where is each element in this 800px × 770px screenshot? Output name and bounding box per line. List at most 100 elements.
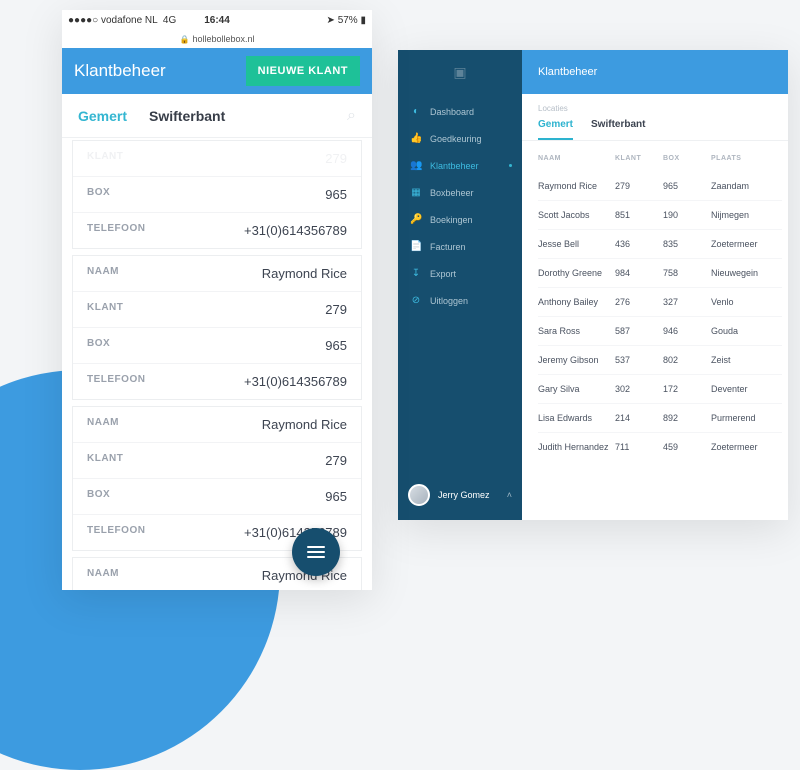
tab-gemert[interactable]: Gemert bbox=[538, 119, 573, 140]
table-row[interactable]: Gary Silva302172Deventer bbox=[538, 374, 782, 403]
battery-percent: 57% bbox=[338, 15, 358, 26]
main-content: Klantbeheer Locaties Gemert Swifterbant … bbox=[522, 50, 788, 520]
cell-plaats: Nijmegen bbox=[711, 210, 782, 220]
nav-icon: 👥 bbox=[410, 160, 422, 171]
cell-plaats: Nieuwegein bbox=[711, 268, 782, 278]
cell-naam: Dorothy Greene bbox=[538, 268, 609, 278]
sidebar-nav: ◐Dashboard👍Goedkeuring👥Klantbeheer▦Boxbe… bbox=[398, 94, 522, 474]
cell-naam: Scott Jacobs bbox=[538, 210, 609, 220]
url-text: hollebollebox.nl bbox=[192, 34, 254, 44]
card-label-naam: NAAM bbox=[87, 266, 119, 281]
card-label-tel: TELEFOON bbox=[87, 374, 145, 389]
table-row[interactable]: Sara Ross587946Gouda bbox=[538, 316, 782, 345]
sidebar-item-boekingen[interactable]: 🔑Boekingen bbox=[398, 206, 522, 233]
sidebar-user[interactable]: Jerry Gomez ˄ bbox=[398, 474, 522, 520]
menu-fab-button[interactable] bbox=[292, 528, 340, 576]
location-icon: ➤ bbox=[327, 15, 335, 26]
desktop-tabs: Gemert Swifterbant bbox=[522, 113, 788, 141]
user-name: Jerry Gomez bbox=[438, 490, 490, 500]
nav-icon: 🔑 bbox=[410, 214, 422, 225]
sidebar: ▣ ◐Dashboard👍Goedkeuring👥Klantbeheer▦Box… bbox=[398, 50, 522, 520]
cell-box: 172 bbox=[663, 384, 705, 394]
mobile-mock: ●●●●○ vodafone NL 4G 16:44 ➤ 57% ▮ 🔒 hol… bbox=[62, 10, 372, 590]
sidebar-item-facturen[interactable]: 📄Facturen bbox=[398, 233, 522, 260]
cell-plaats: Purmerend bbox=[711, 413, 782, 423]
sidebar-item-uitloggen[interactable]: ⊘ Uitloggen bbox=[398, 287, 522, 314]
tab-gemert[interactable]: Gemert bbox=[78, 108, 127, 124]
tab-swifterbant[interactable]: Swifterbant bbox=[591, 119, 645, 140]
cell-plaats: Zeist bbox=[711, 355, 782, 365]
active-indicator bbox=[509, 164, 512, 167]
cell-klant: 276 bbox=[615, 297, 657, 307]
card-value-box: 965 bbox=[325, 489, 347, 504]
customer-table: NAAM KLANT BOX PLAATS Raymond Rice279965… bbox=[522, 141, 788, 520]
cell-plaats: Gouda bbox=[711, 326, 782, 336]
card-label-box: BOX bbox=[87, 489, 110, 504]
cell-box: 802 bbox=[663, 355, 705, 365]
sidebar-item-klantbeheer[interactable]: 👥Klantbeheer bbox=[398, 152, 522, 179]
cell-klant: 436 bbox=[615, 239, 657, 249]
cell-naam: Lisa Edwards bbox=[538, 413, 609, 423]
nav-icon: ⊘ bbox=[410, 295, 422, 306]
cell-plaats: Zoetermeer bbox=[711, 239, 782, 249]
sidebar-item-boxbeheer[interactable]: ▦Boxbeheer bbox=[398, 179, 522, 206]
customer-card-partial-top[interactable]: KLANT 279 BOX965 TELEFOON+31(0)614356789 bbox=[72, 140, 362, 249]
statusbar-left: ●●●●○ vodafone NL 4G bbox=[68, 15, 176, 26]
cell-plaats: Venlo bbox=[711, 297, 782, 307]
cell-plaats: Zaandam bbox=[711, 181, 782, 191]
card-label-naam: NAAM bbox=[87, 417, 119, 432]
cell-box: 190 bbox=[663, 210, 705, 220]
card-label-box: BOX bbox=[87, 338, 110, 353]
sidebar-item-export[interactable]: ↧Export bbox=[398, 260, 522, 287]
card-value-tel: +31(0)614356789 bbox=[244, 374, 347, 389]
card-value-naam: Raymond Rice bbox=[262, 417, 347, 432]
sidebar-item-goedkeuring[interactable]: 👍Goedkeuring bbox=[398, 125, 522, 152]
cell-naam: Raymond Rice bbox=[538, 181, 609, 191]
cell-box: 835 bbox=[663, 239, 705, 249]
table-row[interactable]: Anthony Bailey276327Venlo bbox=[538, 287, 782, 316]
network-type: 4G bbox=[163, 15, 176, 26]
sidebar-item-dashboard[interactable]: ◐Dashboard bbox=[398, 98, 522, 125]
status-time: 16:44 bbox=[204, 15, 230, 26]
table-header: NAAM KLANT BOX PLAATS bbox=[538, 141, 782, 172]
nav-label: Dashboard bbox=[430, 107, 474, 117]
card-label-tel: TELEFOON bbox=[87, 223, 145, 238]
desktop-mock: ▣ ◐Dashboard👍Goedkeuring👥Klantbeheer▦Box… bbox=[398, 50, 788, 520]
nav-label: Boxbeheer bbox=[430, 188, 474, 198]
card-value-tel: +31(0)614356789 bbox=[244, 223, 347, 238]
avatar bbox=[408, 484, 430, 506]
tab-swifterbant[interactable]: Swifterbant bbox=[149, 108, 225, 124]
cell-klant: 214 bbox=[615, 413, 657, 423]
table-row[interactable]: Jeremy Gibson537802Zeist bbox=[538, 345, 782, 374]
col-plaats: PLAATS bbox=[711, 155, 782, 162]
page-title: Klantbeheer bbox=[538, 66, 597, 78]
image-icon: ▣ bbox=[453, 64, 466, 81]
desktop-header: Klantbeheer bbox=[522, 50, 788, 94]
url-bar[interactable]: 🔒 hollebollebox.nl bbox=[62, 30, 372, 48]
cell-klant: 984 bbox=[615, 268, 657, 278]
card-value-klant: 279 bbox=[325, 151, 347, 166]
nav-label: Uitloggen bbox=[430, 296, 468, 306]
customer-card[interactable]: NAAMRaymond Rice KLANT279 BOX965 TELEFOO… bbox=[72, 255, 362, 400]
col-box: BOX bbox=[663, 155, 705, 162]
table-row[interactable]: Judith Hernandez711459Zoetermeer bbox=[538, 432, 782, 461]
cell-naam: Sara Ross bbox=[538, 326, 609, 336]
table-row[interactable]: Scott Jacobs851190Nijmegen bbox=[538, 200, 782, 229]
cell-klant: 711 bbox=[615, 442, 657, 452]
card-value-klant: 279 bbox=[325, 453, 347, 468]
page-title: Klantbeheer bbox=[74, 61, 166, 81]
search-icon[interactable]: ⌕ bbox=[347, 107, 356, 125]
table-row[interactable]: Lisa Edwards214892Purmerend bbox=[538, 403, 782, 432]
cell-naam: Jeremy Gibson bbox=[538, 355, 609, 365]
nav-label: Facturen bbox=[430, 242, 466, 252]
table-row[interactable]: Jesse Bell436835Zoetermeer bbox=[538, 229, 782, 258]
table-row[interactable]: Dorothy Greene984758Nieuwegein bbox=[538, 258, 782, 287]
table-row[interactable]: Raymond Rice279965Zaandam bbox=[538, 172, 782, 200]
logo[interactable]: ▣ bbox=[398, 50, 522, 94]
new-customer-button[interactable]: NIEUWE KLANT bbox=[246, 56, 360, 86]
status-bar: ●●●●○ vodafone NL 4G 16:44 ➤ 57% ▮ bbox=[62, 10, 372, 30]
card-value-box: 965 bbox=[325, 338, 347, 353]
mobile-header: Klantbeheer NIEUWE KLANT bbox=[62, 48, 372, 94]
cell-klant: 279 bbox=[615, 181, 657, 191]
card-value-klant: 279 bbox=[325, 302, 347, 317]
